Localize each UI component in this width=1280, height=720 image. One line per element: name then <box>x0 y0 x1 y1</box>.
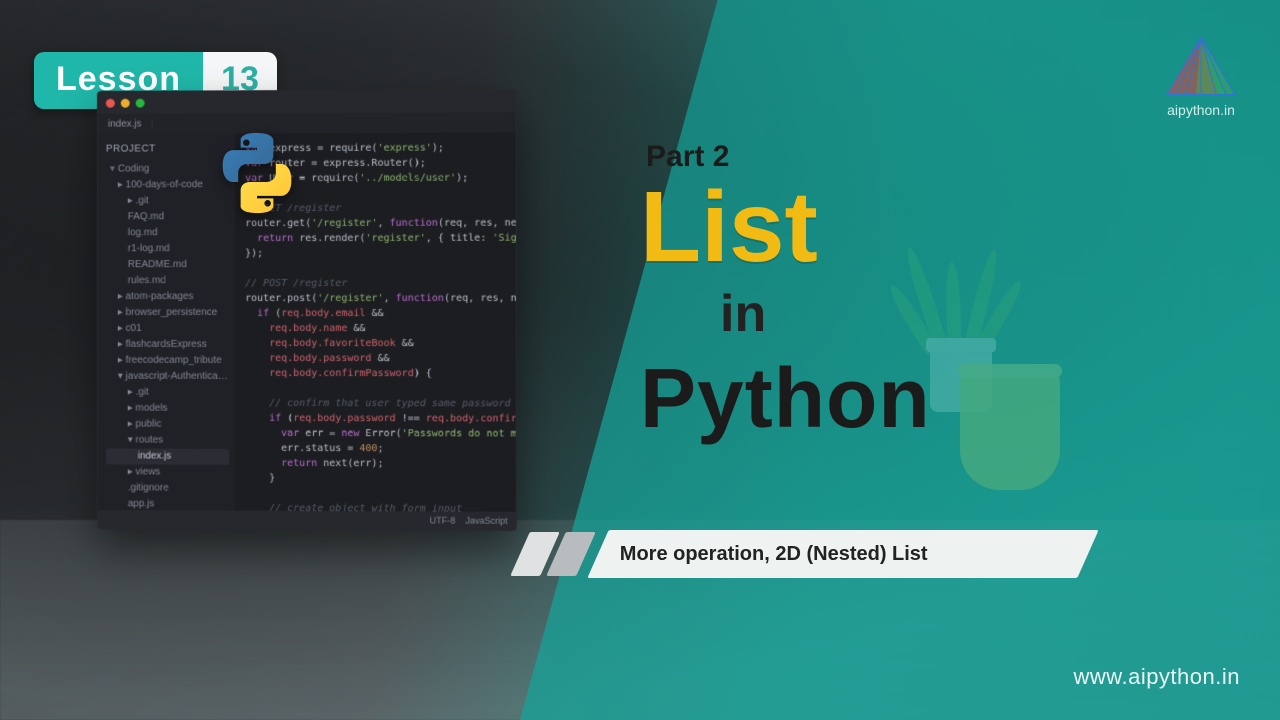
brand-block: aipython.in <box>1166 36 1236 118</box>
tree-folder: ▸ 100-days-of-code <box>106 177 229 193</box>
title-line1: List <box>640 176 931 278</box>
editor-status-bar: UTF-8 JavaScript <box>98 510 516 530</box>
tree-folder: ▸ .git <box>106 385 229 401</box>
title-line2: in <box>720 284 931 344</box>
tree-file: r1-log.md <box>106 241 229 257</box>
tree-folder: ▸ browser_persistence <box>106 305 229 321</box>
tree-folder: ▸ c01 <box>106 321 229 337</box>
code-editor-mock: index.js Project ▾Coding ▸ 100-days-of-c… <box>97 89 517 531</box>
tree-folder: ▸ .git <box>106 193 229 209</box>
editor-tab: index.js <box>98 118 152 129</box>
tree-folder: ▸ freecodecamp_tribute <box>106 353 229 369</box>
title-block: Part 2 List in Python <box>640 140 931 447</box>
subtitle-bar: More operation, 2D (Nested) List <box>587 530 1098 578</box>
slide-stage: Lesson 13 index.js Project ▾Coding ▸ 100… <box>0 0 1280 720</box>
tree-folder: ▸ flashcardsExpress <box>106 337 229 353</box>
footer-url: www.aipython.in <box>1074 664 1240 690</box>
tree-file: .gitignore <box>106 480 229 496</box>
tree-header: Project <box>106 141 229 157</box>
brand-text: aipython.in <box>1166 102 1236 118</box>
tree-folder: ▸ models <box>106 401 229 417</box>
tree-folder: ▸ atom-packages <box>106 289 229 305</box>
tree-file: README.md <box>106 257 229 273</box>
tree-file: rules.md <box>106 273 229 289</box>
editor-window-controls <box>98 90 516 114</box>
status-lang: JavaScript <box>465 516 507 526</box>
tree-file: FAQ.md <box>106 209 229 225</box>
tree-folder: ▾ javascript-Authentication <box>106 369 229 385</box>
editor-tabs: index.js <box>98 112 516 134</box>
chevron-decoration-icon <box>520 530 586 578</box>
tree-file: index.js <box>106 448 229 464</box>
status-encoding: UTF-8 <box>430 515 456 525</box>
python-logo-icon <box>212 128 302 218</box>
tree-root: ▾Coding <box>106 161 229 177</box>
brand-triangle-icon <box>1166 36 1236 98</box>
tree-file: app.js <box>106 496 229 510</box>
subtitle-text: More operation, 2D (Nested) List <box>620 543 928 566</box>
title-line3: Python <box>640 350 931 447</box>
tree-folder: ▾ routes <box>106 433 229 449</box>
tree-folder: ▸ views <box>106 464 229 480</box>
tree-folder: ▸ public <box>106 417 229 433</box>
title-part: Part 2 <box>646 140 931 174</box>
tree-file: log.md <box>106 225 229 241</box>
subtitle-banner: More operation, 2D (Nested) List <box>520 530 1088 578</box>
